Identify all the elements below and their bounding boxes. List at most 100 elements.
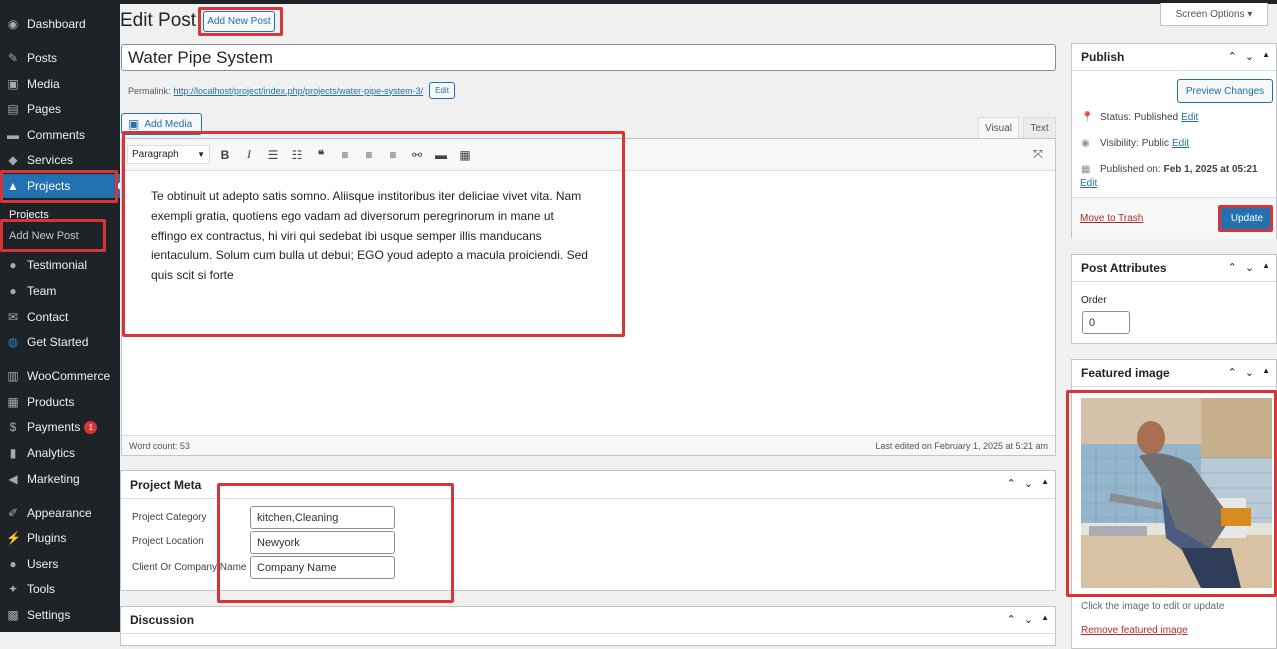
project-category-input[interactable] — [250, 506, 395, 529]
sidebar-item-appearance[interactable]: ✐ Appearance — [0, 501, 120, 525]
mail-icon: ✉ — [7, 310, 19, 324]
client-name-input[interactable] — [250, 556, 395, 579]
sidebar-item-posts[interactable]: ✎ Posts — [0, 46, 120, 70]
permalink-edit-button[interactable]: Edit — [429, 82, 455, 99]
order-label: Order — [1081, 295, 1107, 306]
toggle-icon[interactable]: ▲ — [1262, 366, 1270, 379]
sidebar-item-testimonial[interactable]: ● Testimonial — [0, 253, 120, 277]
link-icon[interactable]: ⚯ — [408, 148, 426, 162]
bullet-list-icon[interactable]: ☰ — [264, 148, 282, 162]
media-icon: ▣ — [7, 77, 19, 91]
tab-text[interactable]: Text — [1023, 117, 1056, 139]
field-label-category: Project Category — [132, 512, 207, 523]
move-down-icon[interactable]: ⌄ — [1024, 477, 1033, 490]
word-count: Word count: 53 — [129, 440, 190, 451]
visibility-edit-link[interactable]: Edit — [1172, 138, 1189, 149]
add-new-post-button[interactable]: Add New Post — [203, 11, 275, 32]
admin-bar-edge — [120, 0, 1277, 4]
submenu-add-new-post[interactable]: Add New Post — [0, 225, 120, 247]
read-more-icon[interactable]: ▬ — [432, 148, 450, 162]
italic-icon[interactable]: I — [240, 147, 258, 162]
dashboard-icon: ◉ — [7, 17, 19, 31]
sidebar-item-contact[interactable]: ✉ Contact — [0, 305, 120, 329]
screen-options-tab[interactable]: Screen Options ▾ — [1160, 3, 1268, 26]
permalink-label: Permalink: — [128, 85, 171, 96]
sidebar-item-plugins[interactable]: ⚡ Plugins — [0, 526, 120, 550]
submenu-projects[interactable]: Projects — [0, 204, 120, 226]
move-up-icon[interactable]: ⌃ — [1228, 50, 1237, 63]
featured-image-hint: Click the image to edit or update — [1081, 601, 1225, 612]
sidebar-item-projects[interactable]: ▲ Projects — [0, 174, 120, 198]
bars-icon: ▮ — [9, 446, 17, 460]
move-down-icon[interactable]: ⌄ — [1245, 366, 1254, 379]
sidebar-item-team[interactable]: ● Team — [0, 279, 120, 303]
sidebar-item-woocommerce[interactable]: ▥ WooCommerce — [0, 364, 120, 388]
align-center-icon[interactable]: ≡ — [360, 148, 378, 162]
toggle-icon[interactable]: ▲ — [1041, 613, 1049, 626]
sidebar-item-settings[interactable]: ▩ Settings — [0, 603, 120, 627]
sidebar-item-media[interactable]: ▣ Media — [0, 72, 120, 96]
numbered-list-icon[interactable]: ☷ — [288, 148, 306, 162]
page-title: Edit Post — [120, 10, 197, 31]
toggle-icon[interactable]: ▲ — [1041, 477, 1049, 490]
sidebar-item-analytics[interactable]: ▮ Analytics — [0, 441, 120, 465]
permalink-url[interactable]: http://localhost/project/index.php/proje… — [174, 86, 424, 96]
sidebar-item-payments[interactable]: $ Payments 1 — [0, 415, 120, 439]
sidebar-item-products[interactable]: ▦ Products — [0, 390, 120, 414]
format-select[interactable]: Paragraph ▼ — [127, 145, 210, 164]
tab-visual[interactable]: Visual — [978, 117, 1019, 139]
update-button[interactable]: Update — [1221, 206, 1273, 231]
move-up-icon[interactable]: ⌃ — [1007, 477, 1016, 490]
move-to-trash-link[interactable]: Move to Trash — [1080, 213, 1143, 224]
toggle-icon[interactable]: ▲ — [1262, 261, 1270, 274]
post-title-input[interactable] — [121, 44, 1056, 71]
projects-icon: ▲ — [7, 179, 19, 193]
move-down-icon[interactable]: ⌄ — [1024, 613, 1033, 626]
project-location-input[interactable] — [250, 531, 395, 554]
toggle-icon[interactable]: ▲ — [1262, 50, 1270, 63]
pin-icon: ✎ — [7, 51, 19, 65]
sidebar-item-marketing[interactable]: ◀ Marketing — [0, 467, 120, 491]
preview-changes-button[interactable]: Preview Changes — [1177, 79, 1273, 103]
blockquote-icon[interactable]: ❝ — [312, 148, 330, 162]
move-up-icon[interactable]: ⌃ — [1007, 613, 1016, 626]
fullscreen-icon[interactable]: ⤧ — [1029, 147, 1047, 162]
box-controls: ⌃ ⌄ ▲ — [1228, 261, 1270, 274]
sidebar-item-dashboard[interactable]: ◉ Dashboard — [0, 12, 120, 36]
box-controls: ⌃ ⌄ ▲ — [1007, 613, 1049, 626]
box-controls: ⌃ ⌄ ▲ — [1228, 50, 1270, 63]
sidebar-item-comments[interactable]: ▬ Comments — [0, 123, 120, 147]
featured-image-thumbnail[interactable] — [1081, 398, 1272, 588]
remove-featured-image-link[interactable]: Remove featured image — [1081, 625, 1188, 636]
align-left-icon[interactable]: ≡ — [336, 148, 354, 162]
bold-icon[interactable]: B — [216, 148, 234, 162]
visibility-row: ◉ Visibility: Public Edit — [1081, 138, 1190, 149]
dollar-icon: $ — [9, 420, 17, 434]
move-up-icon[interactable]: ⌃ — [1228, 366, 1237, 379]
post-attributes-box: Post Attributes ⌃ ⌄ ▲ Order — [1071, 254, 1277, 344]
eye-icon: ◉ — [1081, 138, 1090, 149]
move-down-icon[interactable]: ⌄ — [1245, 261, 1254, 274]
sidebar-item-pages[interactable]: ▤ Pages — [0, 97, 120, 121]
person-icon: ● — [9, 284, 17, 298]
move-up-icon[interactable]: ⌃ — [1228, 261, 1237, 274]
toolbar-toggle-icon[interactable]: ▦ — [456, 148, 474, 162]
sidebar-item-tools[interactable]: ✦ Tools — [0, 577, 120, 601]
brush-icon: ✐ — [7, 506, 19, 520]
comments-icon: ▬ — [7, 128, 19, 142]
media-icon: ▣ — [128, 117, 140, 131]
featured-image-box: Featured image ⌃ ⌄ ▲ Click the image to ed… — [1071, 359, 1277, 649]
published-edit-link[interactable]: Edit — [1080, 178, 1097, 189]
move-down-icon[interactable]: ⌄ — [1245, 50, 1254, 63]
sidebar-item-users[interactable]: ● Users — [0, 552, 120, 576]
notification-badge: 1 — [84, 420, 98, 434]
align-right-icon[interactable]: ≡ — [384, 148, 402, 162]
sidebar-item-services[interactable]: ◆ Services — [0, 148, 120, 172]
sidebar-item-get-started[interactable]: ◍ Get Started — [0, 330, 120, 354]
globe-icon: ◍ — [7, 335, 19, 349]
plug-icon: ⚡ — [6, 531, 21, 545]
editor-content[interactable]: Te obtinuit ut adepto satis somno. Aliis… — [151, 187, 591, 286]
add-media-button[interactable]: ▣ Add Media — [121, 113, 202, 135]
status-edit-link[interactable]: Edit — [1181, 112, 1198, 123]
order-input[interactable] — [1082, 311, 1130, 334]
